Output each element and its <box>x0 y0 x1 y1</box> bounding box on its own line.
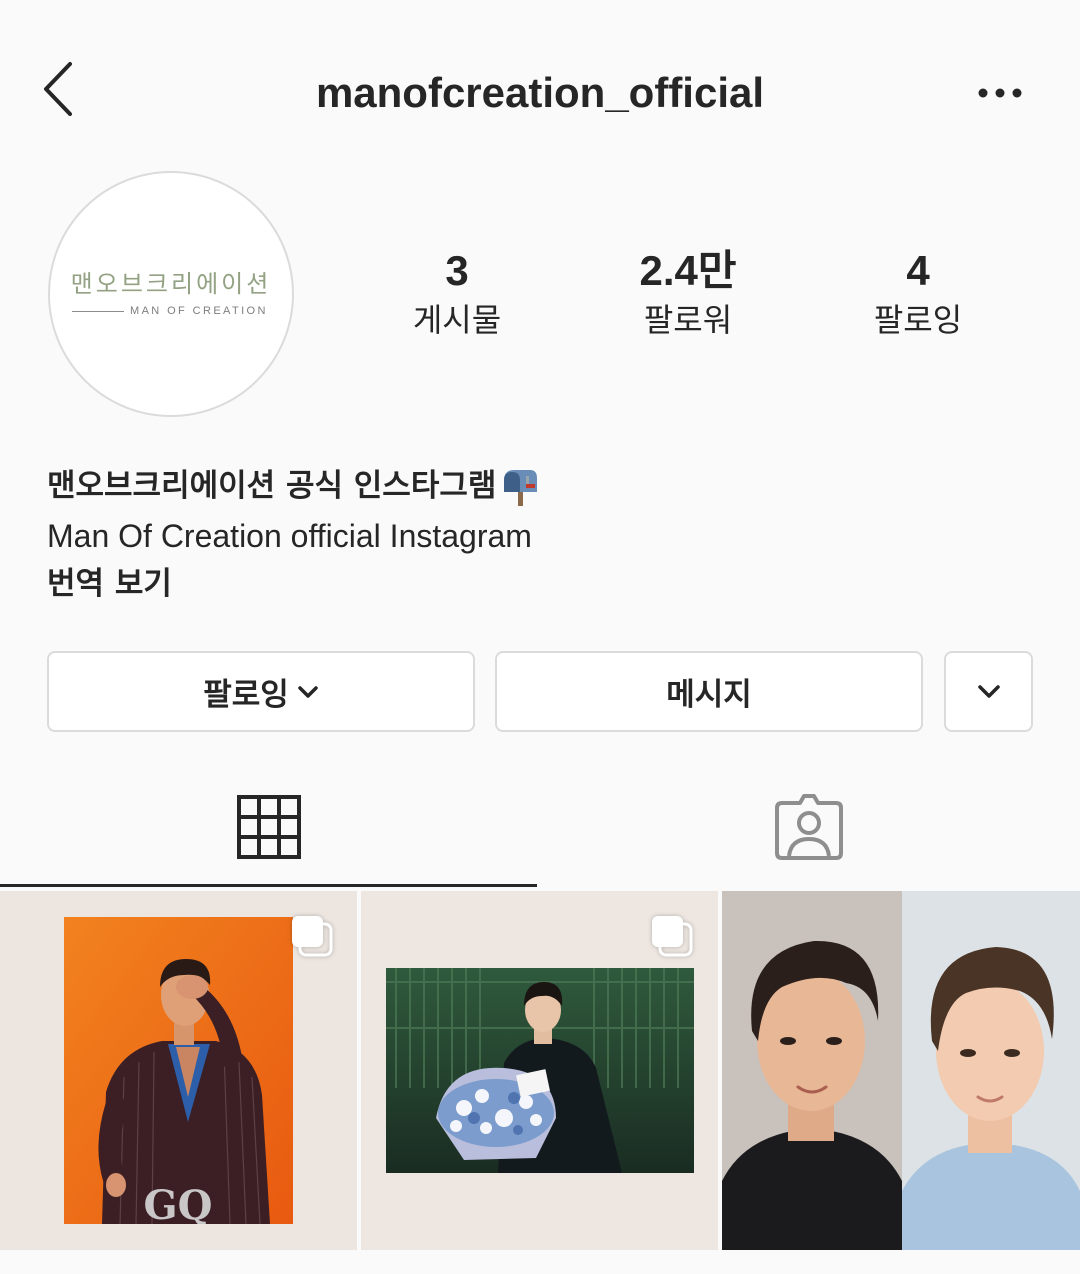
multiple-images-icon <box>292 916 333 957</box>
chevron-down-icon <box>298 685 318 698</box>
post-image-bouquet <box>386 968 694 1173</box>
stat-following-label: 팔로잉 <box>873 301 963 339</box>
stat-following[interactable]: 4 팔로잉 <box>808 246 1028 342</box>
post-thumbnail[interactable] <box>722 891 1080 1250</box>
message-button-label: 메시지 <box>666 677 752 713</box>
following-button[interactable]: 팔로잉 <box>47 651 475 732</box>
post-image-magazine-cover: GQ <box>64 917 293 1224</box>
stat-followers-value: 2.4만 <box>639 247 737 294</box>
message-button[interactable]: 메시지 <box>495 651 923 732</box>
magazine-logo-text: GQ <box>143 1182 212 1224</box>
stat-posts-value: 3 <box>445 247 469 294</box>
more-options-button[interactable] <box>974 80 1026 106</box>
mailbox-icon <box>504 470 538 506</box>
tab-tagged[interactable] <box>540 770 1077 884</box>
bio-name-text: 맨오브크리에이션 공식 인스타그램 <box>47 468 497 504</box>
stat-followers-label: 팔로워 <box>643 301 733 339</box>
profile-username: manofcreation_official <box>315 69 765 116</box>
bio-description: Man Of Creation official Instagram <box>47 518 532 554</box>
stat-followers[interactable]: 2.4만 팔로워 <box>578 246 798 342</box>
multiple-images-icon <box>652 916 693 957</box>
stat-following-value: 4 <box>906 247 930 294</box>
tagged-person-icon <box>774 794 843 860</box>
bio-name: 맨오브크리에이션 공식 인스타그램 <box>47 464 540 508</box>
grid-icon <box>236 795 301 859</box>
avatar-logo-divider <box>72 311 124 312</box>
post-image-portrait-right <box>902 891 1080 1250</box>
active-tab-indicator <box>0 884 537 887</box>
tab-posts-grid[interactable] <box>0 770 537 884</box>
suggested-accounts-button[interactable] <box>944 651 1033 732</box>
stat-posts-label: 게시물 <box>412 301 502 339</box>
stat-posts[interactable]: 3 게시물 <box>347 246 567 342</box>
profile-avatar[interactable]: 맨오브크리에이션 MAN OF CREATION <box>48 171 294 417</box>
see-translation-link[interactable]: 번역 보기 <box>47 562 172 606</box>
avatar-logo-english: MAN OF CREATION <box>130 305 268 317</box>
post-thumbnail[interactable] <box>361 891 718 1250</box>
chevron-down-icon <box>977 684 1000 698</box>
post-image-portrait-left <box>722 891 902 1250</box>
avatar-logo-korean: 맨오브크리에이션 <box>70 270 272 298</box>
following-button-label: 팔로잉 <box>203 677 289 713</box>
post-thumbnail[interactable]: GQ <box>0 891 357 1250</box>
more-horizontal-icon <box>978 88 1022 98</box>
